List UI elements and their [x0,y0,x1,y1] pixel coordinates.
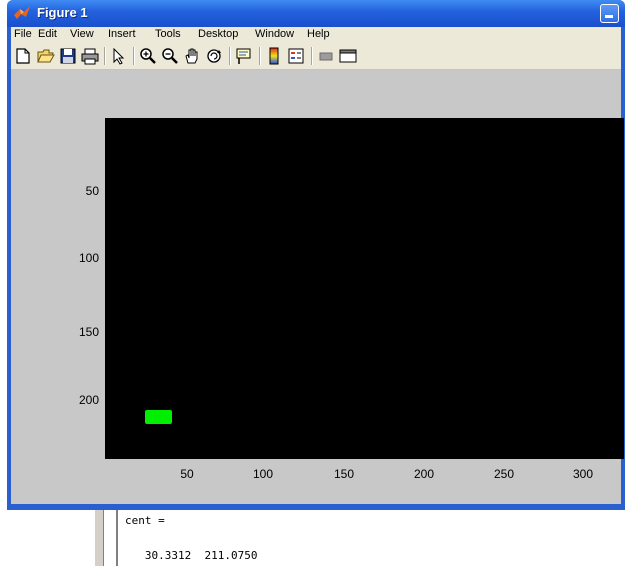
x-tick-label: 150 [333,467,355,481]
toolbar-separator [259,47,261,65]
toolbar [11,43,621,70]
toolbar-separator [133,47,135,65]
x-tick-label: 50 [180,467,194,481]
zoom-out-icon[interactable] [161,47,179,65]
toolbar-separator [311,47,313,65]
command-output-line: cent = [125,514,165,527]
toolbar-separator [229,47,231,65]
print-icon[interactable] [81,47,99,65]
y-tick-label: 50 [85,184,99,198]
title-bar[interactable]: Figure 1 [7,0,625,27]
command-output-line: 30.3312 211.0750 [125,549,258,562]
y-tick-label: 100 [78,251,99,265]
x-tick-label: 200 [413,467,435,481]
pan-hand-icon[interactable] [183,47,201,65]
figure-window: Figure 1 File Edit View Insert Tools Des… [7,0,625,510]
zoom-in-icon[interactable] [139,47,157,65]
window-title: Figure 1 [37,5,88,20]
menu-window[interactable]: Window [255,28,294,40]
x-tick-label: 250 [493,467,515,481]
command-window-border [95,510,104,566]
rotate-3d-icon[interactable] [205,47,223,65]
minimize-button[interactable] [600,4,619,23]
menu-tools[interactable]: Tools [155,28,181,40]
x-tick-label: 100 [252,467,274,481]
menu-help[interactable]: Help [307,28,330,40]
open-file-icon[interactable] [37,47,55,65]
data-cursor-icon[interactable] [235,47,253,65]
hide-plot-tools-icon[interactable] [317,47,335,65]
image-axes[interactable] [105,118,624,459]
matlab-icon [14,6,30,19]
legend-icon[interactable] [287,47,305,65]
save-icon[interactable] [59,47,77,65]
x-tick-label: 300 [572,467,594,481]
y-tick-label: 200 [78,393,99,407]
y-tick-label: 150 [78,325,99,339]
figure-canvas[interactable]: 50 100 150 200 50 100 150 200 250 300 [11,70,624,504]
menu-bar: File Edit View Insert Tools Desktop Wind… [11,27,621,43]
show-plot-tools-icon[interactable] [339,47,357,65]
menu-insert[interactable]: Insert [108,28,136,40]
menu-edit[interactable]: Edit [38,28,57,40]
menu-view[interactable]: View [70,28,94,40]
menu-file[interactable]: File [14,28,32,40]
green-blob [145,410,172,424]
toolbar-separator [104,47,106,65]
colorbar-icon[interactable] [265,47,283,65]
edit-plot-arrow-icon[interactable] [110,47,128,65]
new-figure-icon[interactable] [14,47,32,65]
menu-desktop[interactable]: Desktop [198,28,238,40]
command-window-divider [116,510,118,566]
